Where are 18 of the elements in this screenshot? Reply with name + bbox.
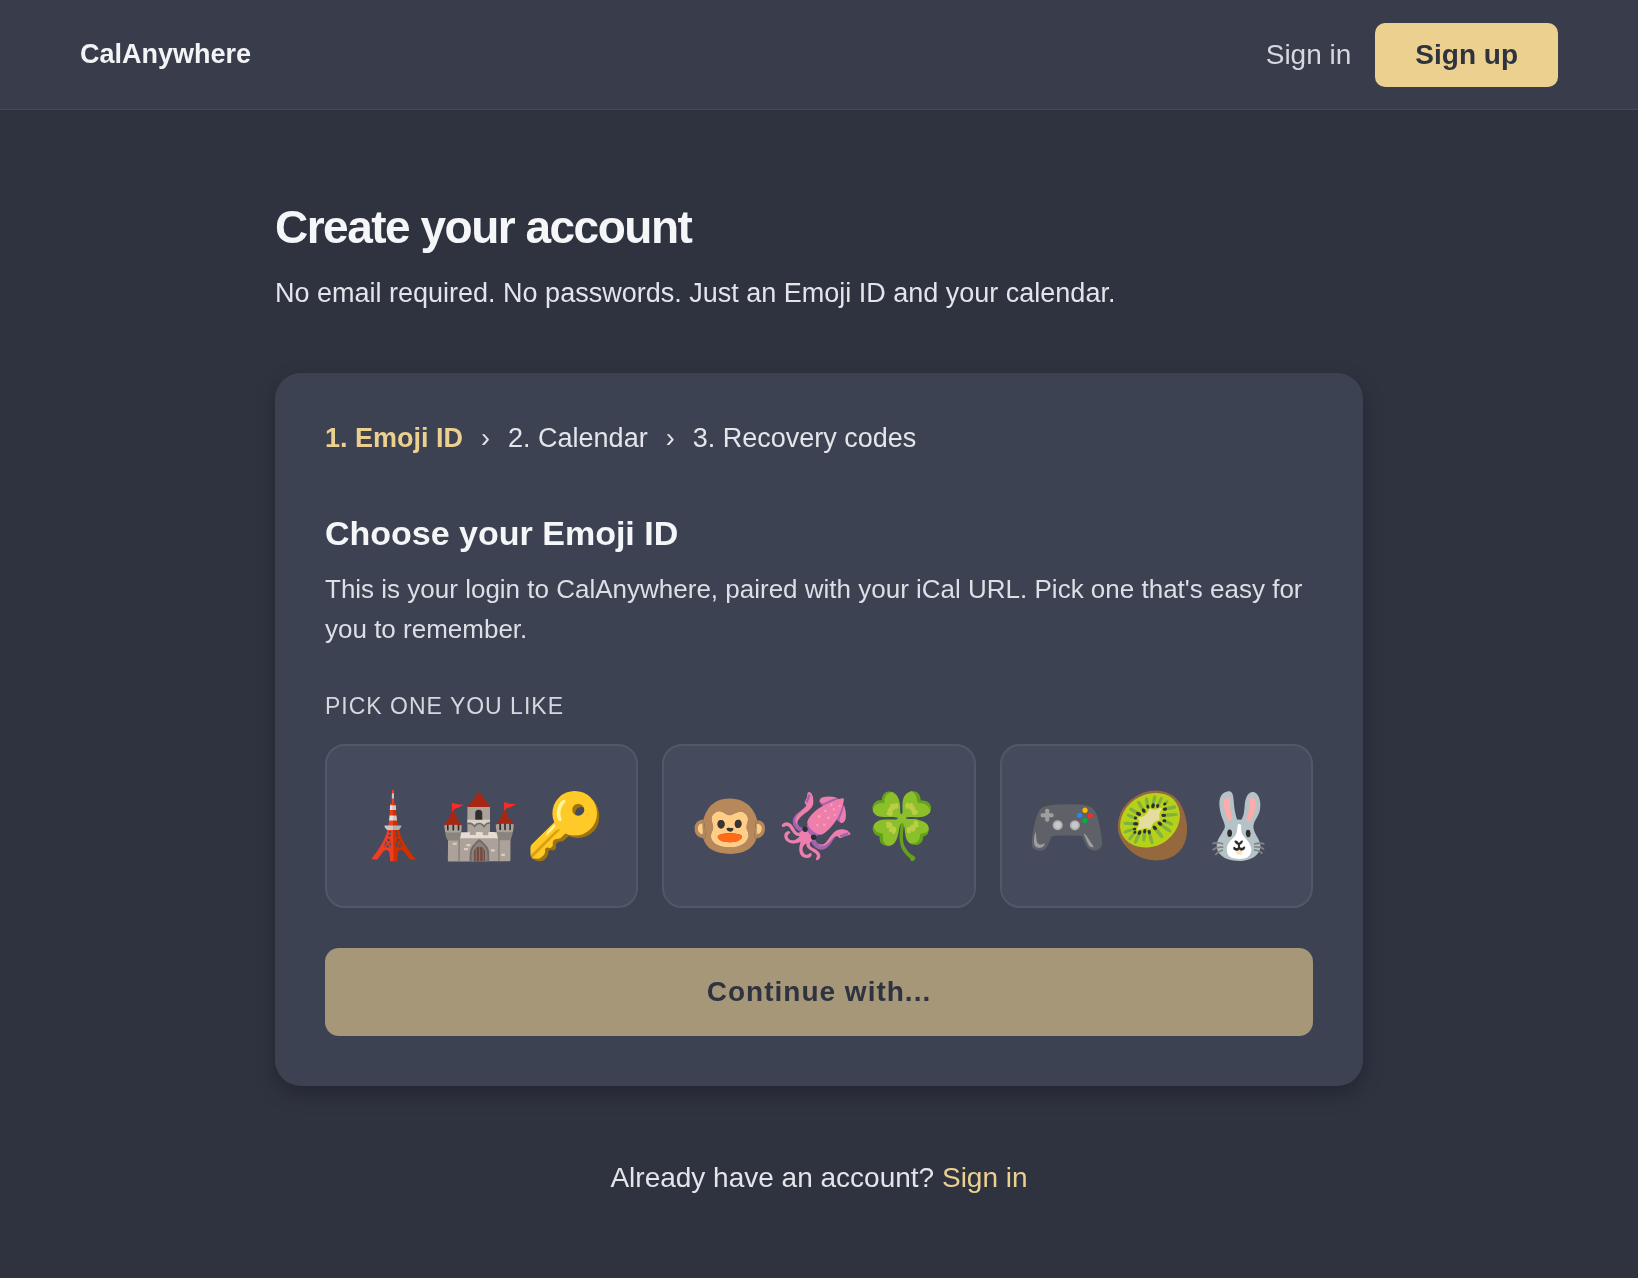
emoji-option[interactable]: 🗼🏰🔑 bbox=[325, 744, 639, 908]
page-subtitle: No email required. No passwords. Just an Emoji ID and your calendar. bbox=[275, 278, 1117, 309]
step-label: 1. Emoji ID bbox=[325, 423, 464, 454]
step-label: 3. Recovery codes bbox=[692, 423, 917, 454]
step-separator: › bbox=[481, 423, 491, 454]
step-separator: › bbox=[665, 423, 675, 454]
pick-label: PICK ONE YOU LIKE bbox=[325, 693, 565, 720]
footer-text: Already have an account? bbox=[610, 1162, 935, 1193]
sign-in-link[interactable]: Sign in bbox=[1265, 38, 1352, 71]
page-title: Create your account bbox=[275, 200, 693, 254]
brand-name: CalAnywhere bbox=[80, 39, 252, 70]
section-title: Choose your Emoji ID bbox=[325, 514, 680, 553]
emoji-option[interactable]: 🐵🦑🍀 bbox=[662, 744, 976, 908]
section-description: This is your login to CalAnywhere, paired with your iCal URL. Pick one that's easy for you to remember. bbox=[325, 573, 1304, 646]
sign-in-link[interactable]: Sign in bbox=[941, 1162, 1028, 1193]
sign-up-button[interactable]: Sign up bbox=[1375, 22, 1558, 87]
step-label: 2. Calendar bbox=[508, 423, 648, 454]
emoji-option[interactable]: 🎮🥝🐰 bbox=[999, 744, 1313, 908]
